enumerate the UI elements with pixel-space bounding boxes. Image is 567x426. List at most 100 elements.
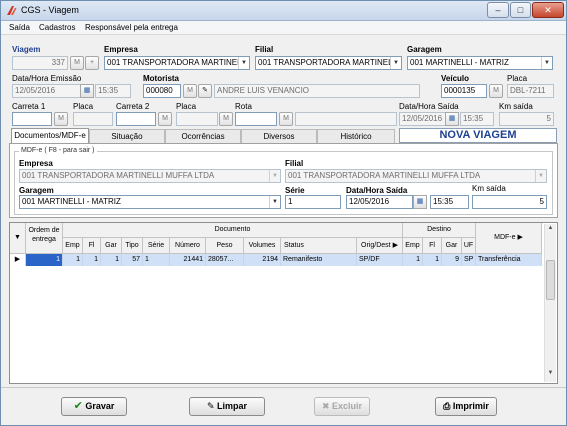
grid-vertical-scrollbar[interactable]: ▲ ▼ [544, 224, 556, 382]
gravar-button[interactable]: ✔ Gravar [61, 397, 127, 416]
edit-motorista-icon[interactable]: ✎ [198, 84, 212, 98]
mdfe-garagem-value: 001 MARTINELLI - MATRIZ [22, 197, 121, 206]
data-saida-input[interactable]: 12/05/2016 [399, 112, 446, 126]
search-carreta2-icon[interactable]: M [158, 112, 172, 126]
data-emissao-input[interactable]: 12/05/2016 [12, 84, 81, 98]
scroll-thumb[interactable] [546, 260, 555, 300]
hora-emissao-input[interactable]: 15:35 [95, 84, 131, 98]
search-veiculo-icon[interactable]: M [489, 84, 503, 98]
garagem-select[interactable]: 001 MARTINELLI - MATRIZ ▼ [407, 56, 553, 70]
empresa-select[interactable]: 001 TRANSPORTADORA MARTINELLI ▼ [104, 56, 250, 70]
col-peso[interactable]: Peso [206, 238, 244, 254]
search-rota-icon[interactable]: M [279, 112, 293, 126]
col-dest-gar[interactable]: Gar [442, 238, 462, 254]
mdfe-garagem-select[interactable]: 001 MARTINELLI - MATRIZ ▼ [19, 195, 281, 209]
cell-ordem[interactable]: 1 [26, 254, 63, 266]
scroll-up-icon[interactable]: ▲ [546, 225, 555, 235]
cell-gar[interactable]: 1 [101, 254, 122, 266]
cell-dest-emp[interactable]: 1 [403, 254, 423, 266]
calendar-icon[interactable]: ▦ [413, 195, 427, 209]
cell-volumes[interactable]: 2194 [244, 254, 281, 266]
col-volumes[interactable]: Volumes [244, 238, 281, 254]
tab-documentos-mdfe[interactable]: Documentos/MDF-e [11, 128, 89, 143]
viagem-input[interactable]: 337 [12, 56, 68, 70]
rota-input[interactable] [235, 112, 277, 126]
calendar-icon[interactable]: ▦ [445, 112, 459, 126]
cell-status[interactable]: Remanifesto [281, 254, 357, 266]
cell-tipo[interactable]: 57 [122, 254, 143, 266]
cell-emp[interactable]: 1 [63, 254, 83, 266]
rota-label: Rota [235, 102, 252, 111]
cell-peso[interactable]: 28057... [206, 254, 244, 266]
cell-orig-dest[interactable]: SP/DF [357, 254, 403, 266]
menu-bar: Saída Cadastros Responsável pela entrega [1, 21, 566, 35]
col-mdfe[interactable]: MDF-e ▶ [476, 223, 542, 254]
search-motorista-icon[interactable]: M [183, 84, 197, 98]
maximize-icon: □ [517, 5, 524, 15]
motorista-name-input[interactable]: ANDRE LUIS VENANCIO [214, 84, 420, 98]
col-fl[interactable]: Fl [83, 238, 101, 254]
placa2-input[interactable] [176, 112, 218, 126]
carreta2-input[interactable] [116, 112, 156, 126]
checkmark-icon: ✔ [73, 400, 83, 412]
cell-mdfe[interactable]: Transferência [476, 254, 542, 266]
search-carreta1-icon[interactable]: M [54, 112, 68, 126]
minimize-button[interactable]: – [487, 2, 509, 18]
tab-historico[interactable]: Histórico [317, 129, 395, 143]
excluir-button[interactable]: ✖ Excluir [314, 397, 370, 416]
filial-select[interactable]: 001 TRANSPORTADORA MARTINELLI ▼ [255, 56, 402, 70]
col-tipo[interactable]: Tipo [122, 238, 143, 254]
cell-dest-fl[interactable]: 1 [423, 254, 442, 266]
scroll-down-icon[interactable]: ▼ [546, 370, 555, 380]
mdfe-serie-input[interactable]: 1 [285, 195, 341, 209]
placa-input[interactable]: DBL-7211 [507, 84, 554, 98]
imprimir-button[interactable]: ⎙ Imprimir [435, 397, 497, 416]
cell-fl[interactable]: 1 [83, 254, 101, 266]
menu-cadastros[interactable]: Cadastros [39, 23, 75, 32]
placa1-input[interactable] [73, 112, 113, 126]
tab-ocorrencias[interactable]: Ocorrências [165, 129, 241, 143]
cell-numero[interactable]: 21441 [170, 254, 206, 266]
mdfe-data-saida-input[interactable]: 12/05/2016 [346, 195, 413, 209]
hora-saida-input[interactable]: 15:35 [460, 112, 494, 126]
footer-divider [1, 387, 566, 388]
plus-icon[interactable]: + [85, 56, 99, 70]
motorista-code-input[interactable]: 000080 [143, 84, 181, 98]
col-status[interactable]: Status [281, 238, 357, 254]
col-orig-dest[interactable]: Orig/Dest ▶ [357, 238, 403, 254]
km-saida-input[interactable]: 5 [499, 112, 554, 126]
col-dest-emp[interactable]: Emp [403, 238, 423, 254]
empresa-label: Empresa [104, 45, 138, 54]
cell-dest-gar[interactable]: 9 [442, 254, 462, 266]
calendar-icon[interactable]: ▦ [80, 84, 94, 98]
mdfe-hora-saida-input[interactable]: 15:35 [430, 195, 469, 209]
veiculo-input[interactable]: 0000135 [441, 84, 487, 98]
row-indicator-header[interactable]: ▼ [10, 223, 26, 254]
close-icon: ✕ [544, 5, 552, 15]
col-numero[interactable]: Número [170, 238, 206, 254]
col-ordem-entrega[interactable]: Ordem de entrega [26, 223, 63, 254]
search-placa2-icon[interactable]: M [219, 112, 233, 126]
mdfe-filial-select[interactable]: 001 TRANSPORTADORA MARTINELLI MUFFA LTDA… [285, 169, 547, 183]
col-serie[interactable]: Série [143, 238, 170, 254]
mdfe-empresa-select[interactable]: 001 TRANSPORTADORA MARTINELLI MUFFA LTDA… [19, 169, 281, 183]
search-viagem-icon[interactable]: M [70, 56, 84, 70]
menu-responsavel-entrega[interactable]: Responsável pela entrega [85, 23, 178, 32]
menu-saida[interactable]: Saída [9, 23, 30, 32]
col-gar[interactable]: Gar [101, 238, 122, 254]
limpar-button[interactable]: ✎ Limpar [189, 397, 265, 416]
tab-situacao[interactable]: Situação [89, 129, 165, 143]
col-dest-fl[interactable]: Fl [423, 238, 442, 254]
maximize-button[interactable]: □ [510, 2, 531, 18]
cell-uf[interactable]: SP [462, 254, 476, 266]
close-button[interactable]: ✕ [532, 2, 564, 18]
tab-diversos[interactable]: Diversos [241, 129, 317, 143]
col-emp[interactable]: Emp [63, 238, 83, 254]
carreta1-input[interactable] [12, 112, 52, 126]
chevron-down-icon: ▼ [390, 57, 401, 69]
delete-icon: ✖ [321, 401, 330, 411]
col-uf[interactable]: UF [462, 238, 476, 254]
rota-description-input[interactable] [295, 112, 397, 126]
cell-serie[interactable]: 1 [143, 254, 170, 266]
mdfe-km-saida-input[interactable]: 5 [472, 195, 547, 209]
